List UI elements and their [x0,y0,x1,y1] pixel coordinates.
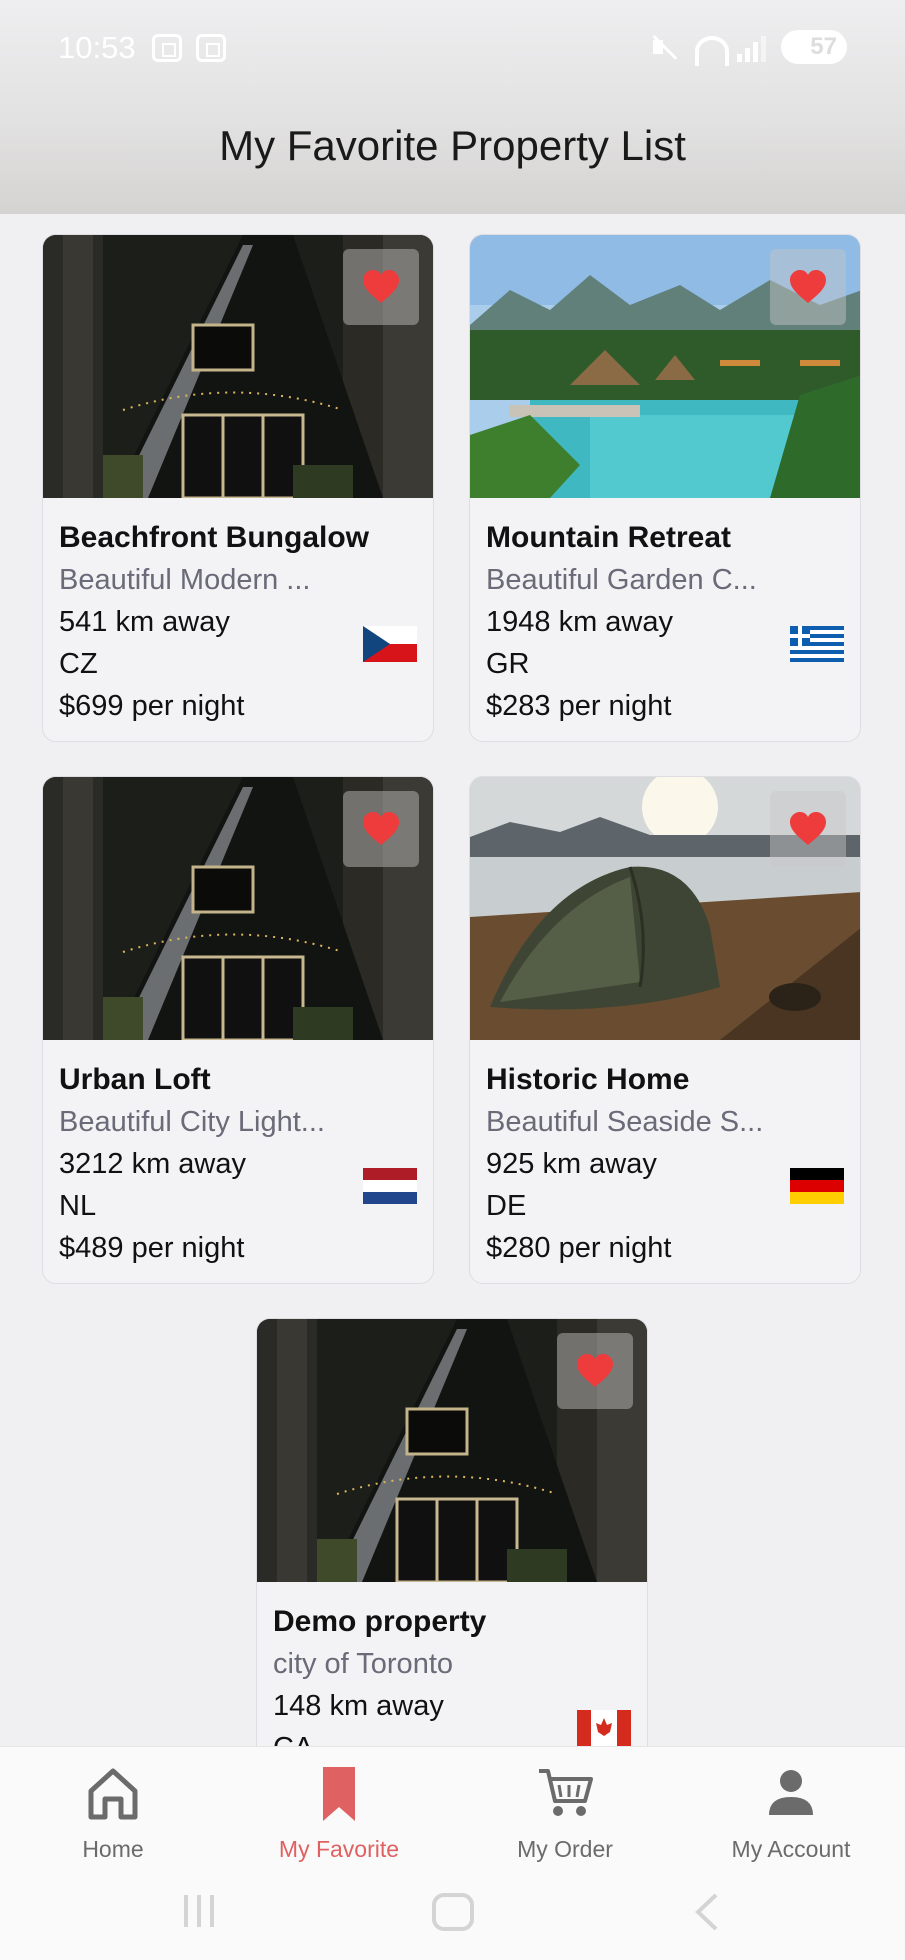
property-card[interactable]: Beachfront Bungalow Beautiful Modern ...… [42,234,434,742]
property-name: Historic Home [486,1063,690,1096]
home-icon [88,1768,138,1820]
recent-apps-icon [184,1895,214,1927]
status-right-icons: 57 [649,30,847,66]
nav-my-order[interactable]: My Order [452,1763,678,1863]
property-description: Beautiful Seaside S... [486,1106,764,1138]
back-icon [695,1893,718,1931]
property-card[interactable]: Mountain Retreat Beautiful Garden C... 1… [469,234,861,742]
property-description: Beautiful Garden C... [486,564,757,596]
property-price: $283 per night [486,690,672,722]
battery-indicator: 57 [781,30,847,64]
property-photo[interactable] [470,777,860,1040]
favorite-toggle[interactable] [770,791,846,867]
property-price: $489 per night [59,1232,245,1264]
nav-my-favorite-label: My Favorite [278,1836,400,1862]
property-description: Beautiful Modern ... [59,564,311,596]
status-time: 10:53 [58,30,136,65]
nav-home[interactable]: Home [0,1763,226,1863]
mute-icon [649,32,679,62]
netherlands-flag-icon [363,1168,417,1204]
signal-icon [737,32,767,62]
nav-my-account-label: My Account [731,1836,851,1862]
screen-record-icon [196,34,226,62]
bookmark-icon [323,1767,355,1821]
screenshot-icon [152,34,182,62]
favorite-toggle[interactable] [343,791,419,867]
property-name: Demo property [273,1605,487,1638]
heart-icon [361,811,401,847]
status-left-icons [152,34,226,62]
property-photo[interactable] [470,235,860,498]
property-price: $699 per night [59,690,245,722]
bottom-navigation: Home My Favorite My Order My Account [0,1746,905,1960]
nav-my-account[interactable]: My Account [678,1763,904,1863]
favorite-toggle[interactable] [343,249,419,325]
heart-icon [788,269,828,305]
property-card[interactable]: Urban Loft Beautiful City Light... 3212 … [42,776,434,1284]
property-description: Beautiful City Light... [59,1106,325,1138]
home-button-icon [432,1893,474,1931]
property-name: Urban Loft [59,1063,211,1096]
property-description: city of Toronto [273,1648,454,1680]
property-price: $280 per night [486,1232,672,1264]
heart-icon [361,269,401,305]
person-icon [769,1770,813,1815]
property-photo[interactable] [43,777,433,1040]
page-title: My Favorite Property List [219,122,686,169]
czech-flag-icon [363,626,417,662]
germany-flag-icon [790,1168,844,1204]
battery-level: 57 [810,33,837,60]
canada-flag-icon [577,1710,631,1746]
heart-icon [575,1353,615,1389]
property-name: Mountain Retreat [486,521,732,554]
favorite-toggle[interactable] [557,1333,633,1409]
property-name: Beachfront Bungalow [59,521,370,554]
property-photo[interactable] [257,1319,647,1582]
property-photo[interactable] [43,235,433,498]
nav-my-favorite[interactable]: My Favorite [226,1763,452,1863]
nav-my-order-label: My Order [517,1836,613,1862]
nav-home-label: Home [82,1836,144,1862]
property-card[interactable]: Historic Home Beautiful Seaside S... 925… [469,776,861,1284]
greece-flag-icon [790,626,844,662]
system-navigation-bar [184,1893,718,1931]
heart-icon [788,811,828,847]
wifi-icon [693,32,729,66]
app-header: 10:53 57 My Favorite Property List [0,0,905,214]
favorite-toggle[interactable] [770,249,846,325]
cart-icon [539,1769,593,1816]
